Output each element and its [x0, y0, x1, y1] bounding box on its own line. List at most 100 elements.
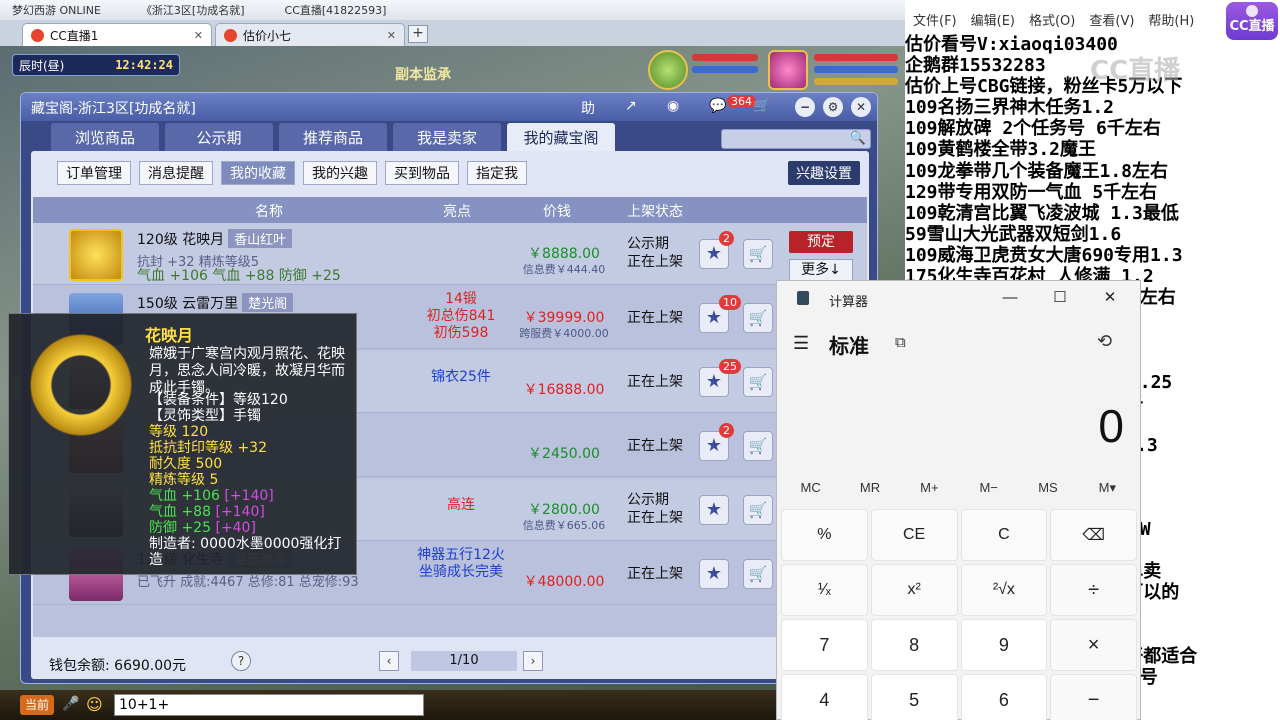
os-title-strip: 梦幻西游 ONLINE 《浙江3区[功成名就] CC直播[41822593]	[0, 0, 905, 20]
tooltip-line: 【灵饰类型】手镯	[149, 408, 261, 424]
chat-input[interactable]: 10+1+	[114, 694, 424, 716]
calc-key-backspace[interactable]: ⌫	[1050, 509, 1137, 561]
subnav-favorites[interactable]: 我的收藏	[221, 161, 295, 185]
calculator-window: 计算器 — ☐ ✕ ☰ 标准 ⧉ ⟲ 0 MC MR M+ M− MS M▾ % CE C ⌫ ¹…	[776, 280, 1141, 720]
cart-icon[interactable]: 🛒	[743, 559, 773, 589]
table-header: 名称 亮点 价钱 上架状态	[33, 197, 867, 223]
history-icon[interactable]: ⟲	[1097, 331, 1112, 352]
menu-view[interactable]: 查看(V)	[1089, 10, 1134, 30]
menu-file[interactable]: 文件(F)	[913, 10, 957, 30]
memory-button-ms[interactable]: MS	[1018, 477, 1077, 499]
interest-settings-button[interactable]: 兴趣设置	[788, 161, 860, 185]
calc-key-square[interactable]: x²	[870, 564, 958, 616]
calc-key-digit-6[interactable]: 6	[960, 674, 1048, 720]
mic-icon[interactable]: 🎤	[62, 696, 79, 712]
next-page-button[interactable]: ›	[523, 651, 543, 671]
subnav-designated[interactable]: 指定我	[467, 161, 527, 185]
calc-key-percent[interactable]: %	[781, 509, 868, 561]
prev-page-button[interactable]: ‹	[379, 651, 399, 671]
help-button[interactable]: 助	[581, 98, 595, 118]
item-thumbnail[interactable]	[69, 229, 123, 281]
close-button[interactable]: ✕	[851, 97, 871, 117]
calc-key-digit-9[interactable]: 9	[960, 619, 1048, 671]
tab-seller[interactable]: 我是卖家	[393, 123, 501, 151]
calc-key-digit-8[interactable]: 8	[870, 619, 958, 671]
calc-key-clear[interactable]: C	[960, 509, 1048, 561]
bracelet-icon	[17, 322, 145, 448]
calc-key-digit-5[interactable]: 5	[870, 674, 958, 720]
menu-icon[interactable]: ☰	[793, 333, 809, 354]
cbg-search-input[interactable]: 🔍	[721, 129, 871, 149]
close-icon[interactable]: ✕	[194, 29, 203, 42]
cart-icon[interactable]: 🛒	[743, 303, 773, 333]
row-price: ￥16888.00	[523, 382, 605, 398]
header-highlight: 亮点	[443, 204, 471, 220]
memory-button-mr[interactable]: MR	[840, 477, 899, 499]
message-icon[interactable]: 💬	[709, 98, 726, 114]
settings-icon[interactable]: ◉	[667, 98, 679, 114]
menu-format[interactable]: 格式(O)	[1029, 10, 1075, 30]
search-icon[interactable]: 🔍	[850, 131, 866, 146]
memory-button-m+[interactable]: M+	[900, 477, 959, 499]
cart-icon[interactable]: 🛒	[743, 239, 773, 269]
emoji-icon[interactable]: ☺	[86, 695, 103, 714]
cbg-titlebar[interactable]: 藏宝阁-浙江3区[功成名就] 助 ↗ ◉ 💬 364 🛒 − ⚙ ✕	[21, 93, 877, 121]
maximize-icon[interactable]: ☐	[1045, 287, 1075, 309]
notepad-line: 109黄鹤楼全带3.2魔王	[905, 139, 1097, 161]
share-icon[interactable]: ↗	[625, 98, 637, 114]
minimize-icon[interactable]: —	[995, 287, 1025, 309]
close-icon[interactable]: ✕	[387, 29, 396, 42]
top-strip-left: 梦幻西游 ONLINE	[12, 4, 101, 17]
calc-key-divide[interactable]: ÷	[1050, 564, 1137, 616]
pet-portrait-icon[interactable]	[648, 50, 688, 90]
gear-icon[interactable]: ⚙	[823, 97, 843, 117]
calc-titlebar[interactable]: 计算器 — ☐ ✕	[777, 281, 1140, 315]
browser-tab-label: 估价小七	[243, 28, 292, 43]
close-icon[interactable]: ✕	[1095, 287, 1125, 309]
tab-publicity[interactable]: 公示期	[165, 123, 273, 151]
tab-recommended[interactable]: 推荐商品	[279, 123, 387, 151]
memory-button-m[interactable]: M−	[959, 477, 1018, 499]
star-icon[interactable]: ★	[699, 559, 729, 589]
top-strip-middle: 《浙江3区[功成名就]	[140, 4, 245, 17]
my-cbg-subnav: 订单管理 消息提醒 我的收藏 我的兴趣 买到物品 指定我	[57, 161, 527, 185]
new-tab-button[interactable]: +	[408, 25, 428, 43]
memory-button-m[interactable]: M▾	[1078, 477, 1137, 499]
calc-key-reciprocal[interactable]: ¹⁄ₓ	[781, 564, 868, 616]
memory-button-mc[interactable]: MC	[781, 477, 840, 499]
help-icon[interactable]: ?	[231, 651, 251, 671]
cart-icon[interactable]: 🛒	[743, 367, 773, 397]
tooltip-line: 防御 +25 [+40]	[149, 520, 256, 536]
calc-key-clear-entry[interactable]: CE	[870, 509, 958, 561]
browser-tab-appraise[interactable]: 估价小七 ✕	[215, 23, 405, 46]
calc-key-subtract[interactable]: −	[1050, 674, 1137, 720]
cart-icon[interactable]: 🛒	[743, 431, 773, 461]
calc-key-square-root[interactable]: ²√x	[960, 564, 1048, 616]
subnav-messages[interactable]: 消息提醒	[139, 161, 213, 185]
star-icon[interactable]: ★	[699, 495, 729, 525]
tab-browse[interactable]: 浏览商品	[51, 123, 159, 151]
calc-key-digit-7[interactable]: 7	[781, 619, 868, 671]
more-button[interactable]: 更多↓	[789, 259, 853, 281]
tab-my-cbg[interactable]: 我的藏宝阁	[507, 123, 615, 151]
cart-icon[interactable]: 🛒	[753, 98, 770, 114]
calc-key-digit-4[interactable]: 4	[781, 674, 868, 720]
player-portrait-icon[interactable]	[768, 50, 808, 90]
minimize-button[interactable]: −	[795, 97, 815, 117]
subnav-bought[interactable]: 买到物品	[385, 161, 459, 185]
row-server-tag: 香山红叶	[228, 229, 293, 248]
chat-channel-button[interactable]: 当前	[20, 695, 54, 715]
calc-key-multiply[interactable]: ×	[1050, 619, 1137, 671]
subnav-interests[interactable]: 我的兴趣	[303, 161, 377, 185]
cart-icon[interactable]: 🛒	[743, 495, 773, 525]
subnav-orders[interactable]: 订单管理	[57, 161, 131, 185]
calc-title: 计算器	[829, 294, 869, 309]
tooltip-line: 气血 +106 [+140]	[149, 488, 274, 504]
browser-tab-cc-live[interactable]: CC直播1 ✕	[22, 23, 212, 46]
calculator-icon	[797, 291, 809, 305]
table-row[interactable]: 120级 花映月 香山红叶 抗封 +32 精炼等级5 气血 +106 气血 +88 防…	[33, 223, 867, 285]
keep-on-top-icon[interactable]: ⧉	[895, 334, 906, 351]
menu-help[interactable]: 帮助(H)	[1148, 10, 1194, 30]
menu-edit[interactable]: 编辑(E)	[971, 10, 1015, 30]
reserve-button[interactable]: 预定	[789, 231, 853, 253]
